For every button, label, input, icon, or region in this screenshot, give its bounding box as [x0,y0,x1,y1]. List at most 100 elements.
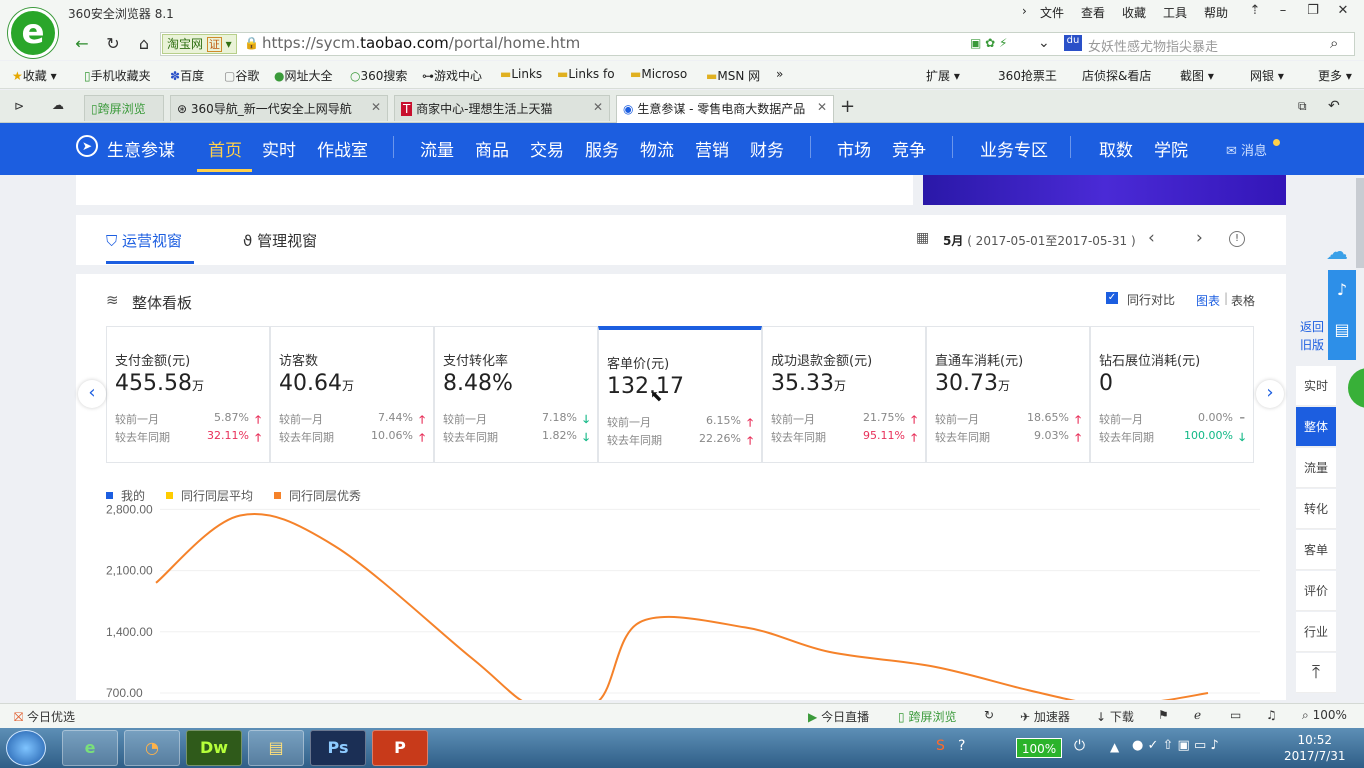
feedback-panel[interactable]: ♪ ▤ [1328,270,1356,360]
status-window-icon[interactable]: ▭ [1230,708,1241,722]
back-old-version[interactable]: 返回旧版 [1300,318,1330,354]
taskbar-dreamweaver[interactable]: Dw [186,730,242,766]
ext-shop[interactable]: 店侦探&看店 [1082,67,1151,84]
bookmark-mobile[interactable]: ▯手机收藏夹 [84,67,151,84]
tab-close-icon[interactable]: ✕ [817,100,827,114]
bookmark-baidu[interactable]: ✽百度 [170,67,204,84]
metric-card[interactable]: 成功退款金额(元) 35.33万 较前一月 21.75% 🡑 较去年同期 95.11% 🡑 [762,326,926,463]
taskbar-360browser[interactable]: e [62,730,118,766]
bookmark-microsoft[interactable]: ▬Microso [630,67,687,81]
status-live[interactable]: ▶ 今日直播 [808,708,869,725]
metric-card[interactable]: 访客数 40.64万 较前一月 7.44% 🡑 较去年同期 10.06% 🡑 [270,326,434,463]
sidebar-toggle-icon[interactable]: ⊳ [14,99,24,113]
nav-finance[interactable]: 财务 [750,136,784,161]
side-review[interactable]: 评价 [1296,571,1336,611]
search-icon[interactable]: ⌕ [1330,34,1338,52]
next-period-icon[interactable]: › [1196,228,1203,248]
status-refresh-icon[interactable]: ↻ [984,708,994,722]
maximize-icon[interactable]: ❐ [1298,0,1328,22]
view-chart-link[interactable]: 图表 [1196,292,1220,309]
tab-management-view[interactable]: ϑ 管理视窗 [243,230,317,251]
bookmark-links[interactable]: ▬Links [500,67,542,81]
bookmark-games[interactable]: ⊶游戏中心 [422,67,482,84]
nav-marketing[interactable]: 营销 [695,136,729,161]
url-text[interactable]: https://sycm.taobao.com/portal/home.htm [262,34,580,52]
info-icon[interactable]: ! [1229,231,1245,247]
cloud-icon[interactable]: ☁ [52,98,64,112]
series-line-peer-top[interactable] [155,512,1209,700]
nav-traffic[interactable]: 流量 [420,136,454,161]
close-window-icon[interactable]: ✕ [1328,0,1358,22]
taskbar-photoshop[interactable]: Ps [310,730,366,766]
brand-name[interactable]: 生意参谋 [107,136,175,161]
date-range[interactable]: 5月 ( 2017-05-01至2017-05-31 ) [943,232,1136,249]
pin-icon[interactable]: ⇡ [1240,0,1270,22]
menu-help[interactable]: 帮助 [1204,4,1228,21]
undo-icon[interactable]: ↶ [1328,98,1340,114]
ext-screenshot[interactable]: 截图 ▾ [1180,67,1214,84]
float-badge[interactable] [1348,368,1364,408]
bookmark-google[interactable]: ▢谷歌 [224,67,259,84]
tray-icons[interactable]: ● ✓ ⇧ ▣ ▭ ♪ [1132,738,1219,753]
prev-period-icon[interactable]: ‹ [1148,228,1155,248]
tray-plug-icon[interactable]: ⏻ [1074,738,1085,754]
taskbar-clock[interactable]: 10:52 2017/7/31 [1284,732,1346,764]
status-zoom[interactable]: ⌕ 100% [1302,708,1347,723]
nav-academy[interactable]: 学院 [1154,136,1188,161]
ext-ticket[interactable]: 360抢票王 [998,67,1057,84]
menu-arrow-icon[interactable]: › [1022,4,1027,18]
nav-fetch[interactable]: 取数 [1099,136,1133,161]
refresh-icon[interactable]: ↻ [101,33,125,55]
promo-banner[interactable] [923,175,1286,205]
site-cert-badge[interactable]: 淘宝网 证 ▾ [162,34,237,54]
side-conversion[interactable]: 转化 [1296,489,1336,529]
taskbar-uc[interactable]: ◔ [124,730,180,766]
nav-warroom[interactable]: 作战室 [317,136,368,161]
start-button[interactable] [6,730,46,766]
bookmark-daquan[interactable]: ●网址大全 [274,67,333,84]
tab-360nav[interactable]: ⊛ 360导航_新一代安全上网导航 ✕ [170,95,388,121]
nav-product[interactable]: 商品 [475,136,509,161]
side-industry[interactable]: 行业 [1296,612,1336,652]
more-bookmarks-icon[interactable]: » [776,67,783,81]
scrollbar-thumb[interactable] [1356,178,1364,268]
tab-close-icon[interactable]: ✕ [593,100,603,114]
bookmark-msn[interactable]: ▬MSN 网 [706,67,760,84]
ext-extensions[interactable]: 扩展 ▾ [926,67,960,84]
metric-card[interactable]: 支付金额(元) 455.58万 较前一月 5.87% 🡑 较去年同期 32.11% 🡑 [106,326,270,463]
metrics-prev-button[interactable]: ‹ [78,380,106,408]
menu-file[interactable]: 文件 [1040,4,1064,21]
addr-tools-icon[interactable]: ▣ ✿ ⚡ [970,36,1007,50]
trend-chart[interactable]: 2,800.00 2,100.00 1,400.00 700.00 [100,505,1260,700]
minimize-icon[interactable]: – [1268,0,1298,22]
status-today-picks[interactable]: ⛝ 今日优选 [14,708,75,725]
side-realtime[interactable]: 实时 [1296,366,1336,406]
tray-expand-icon[interactable]: ▲ [1110,740,1119,754]
nav-trade[interactable]: 交易 [530,136,564,161]
tray-sogou-icon[interactable]: S [936,738,945,754]
compare-checkbox[interactable]: ✓ [1106,292,1118,304]
legend-peer-avg[interactable]: 同行同层平均 [166,487,253,504]
metric-card[interactable]: 直通车消耗(元) 30.73万 较前一月 18.65% 🡑 较去年同期 9.03% 🡑 [926,326,1090,463]
messages-button[interactable]: ✉ 消息 [1226,140,1267,159]
side-traffic[interactable]: 流量 [1296,448,1336,488]
legend-mine[interactable]: 我的 [106,487,145,504]
nav-realtime[interactable]: 实时 [262,136,296,161]
tab-cross-screen[interactable]: ▯跨屏浏览 [84,95,164,121]
bookmark-favorites[interactable]: ★收藏 ▾ [12,67,57,84]
metric-card[interactable]: 客单价(元) 132.17 较前一月 6.15% 🡑 较去年同期 22.26% 🡑 [598,326,762,463]
tab-close-icon[interactable]: ✕ [371,100,381,114]
battery-indicator[interactable]: 100% [1016,738,1062,758]
status-flag-icon[interactable]: ⚑ [1158,708,1169,722]
metrics-next-button[interactable]: › [1256,380,1284,408]
dropdown-icon[interactable]: ⌄ [1038,35,1050,51]
side-overall[interactable]: 整体 [1296,407,1336,447]
status-volume-icon[interactable]: ♫ [1266,708,1277,722]
nav-business[interactable]: 业务专区 [980,136,1048,161]
side-unit-price[interactable]: 客单 [1296,530,1336,570]
status-cross-screen[interactable]: ▯ 跨屏浏览 [898,708,956,725]
tab-list-icon[interactable]: ⧉ [1298,99,1307,114]
home-icon[interactable]: ⌂ [132,33,156,55]
metric-card[interactable]: 支付转化率 8.48% 较前一月 7.18% 🡓 较去年同期 1.82% 🡓 [434,326,598,463]
new-tab-icon[interactable]: + [840,96,855,117]
